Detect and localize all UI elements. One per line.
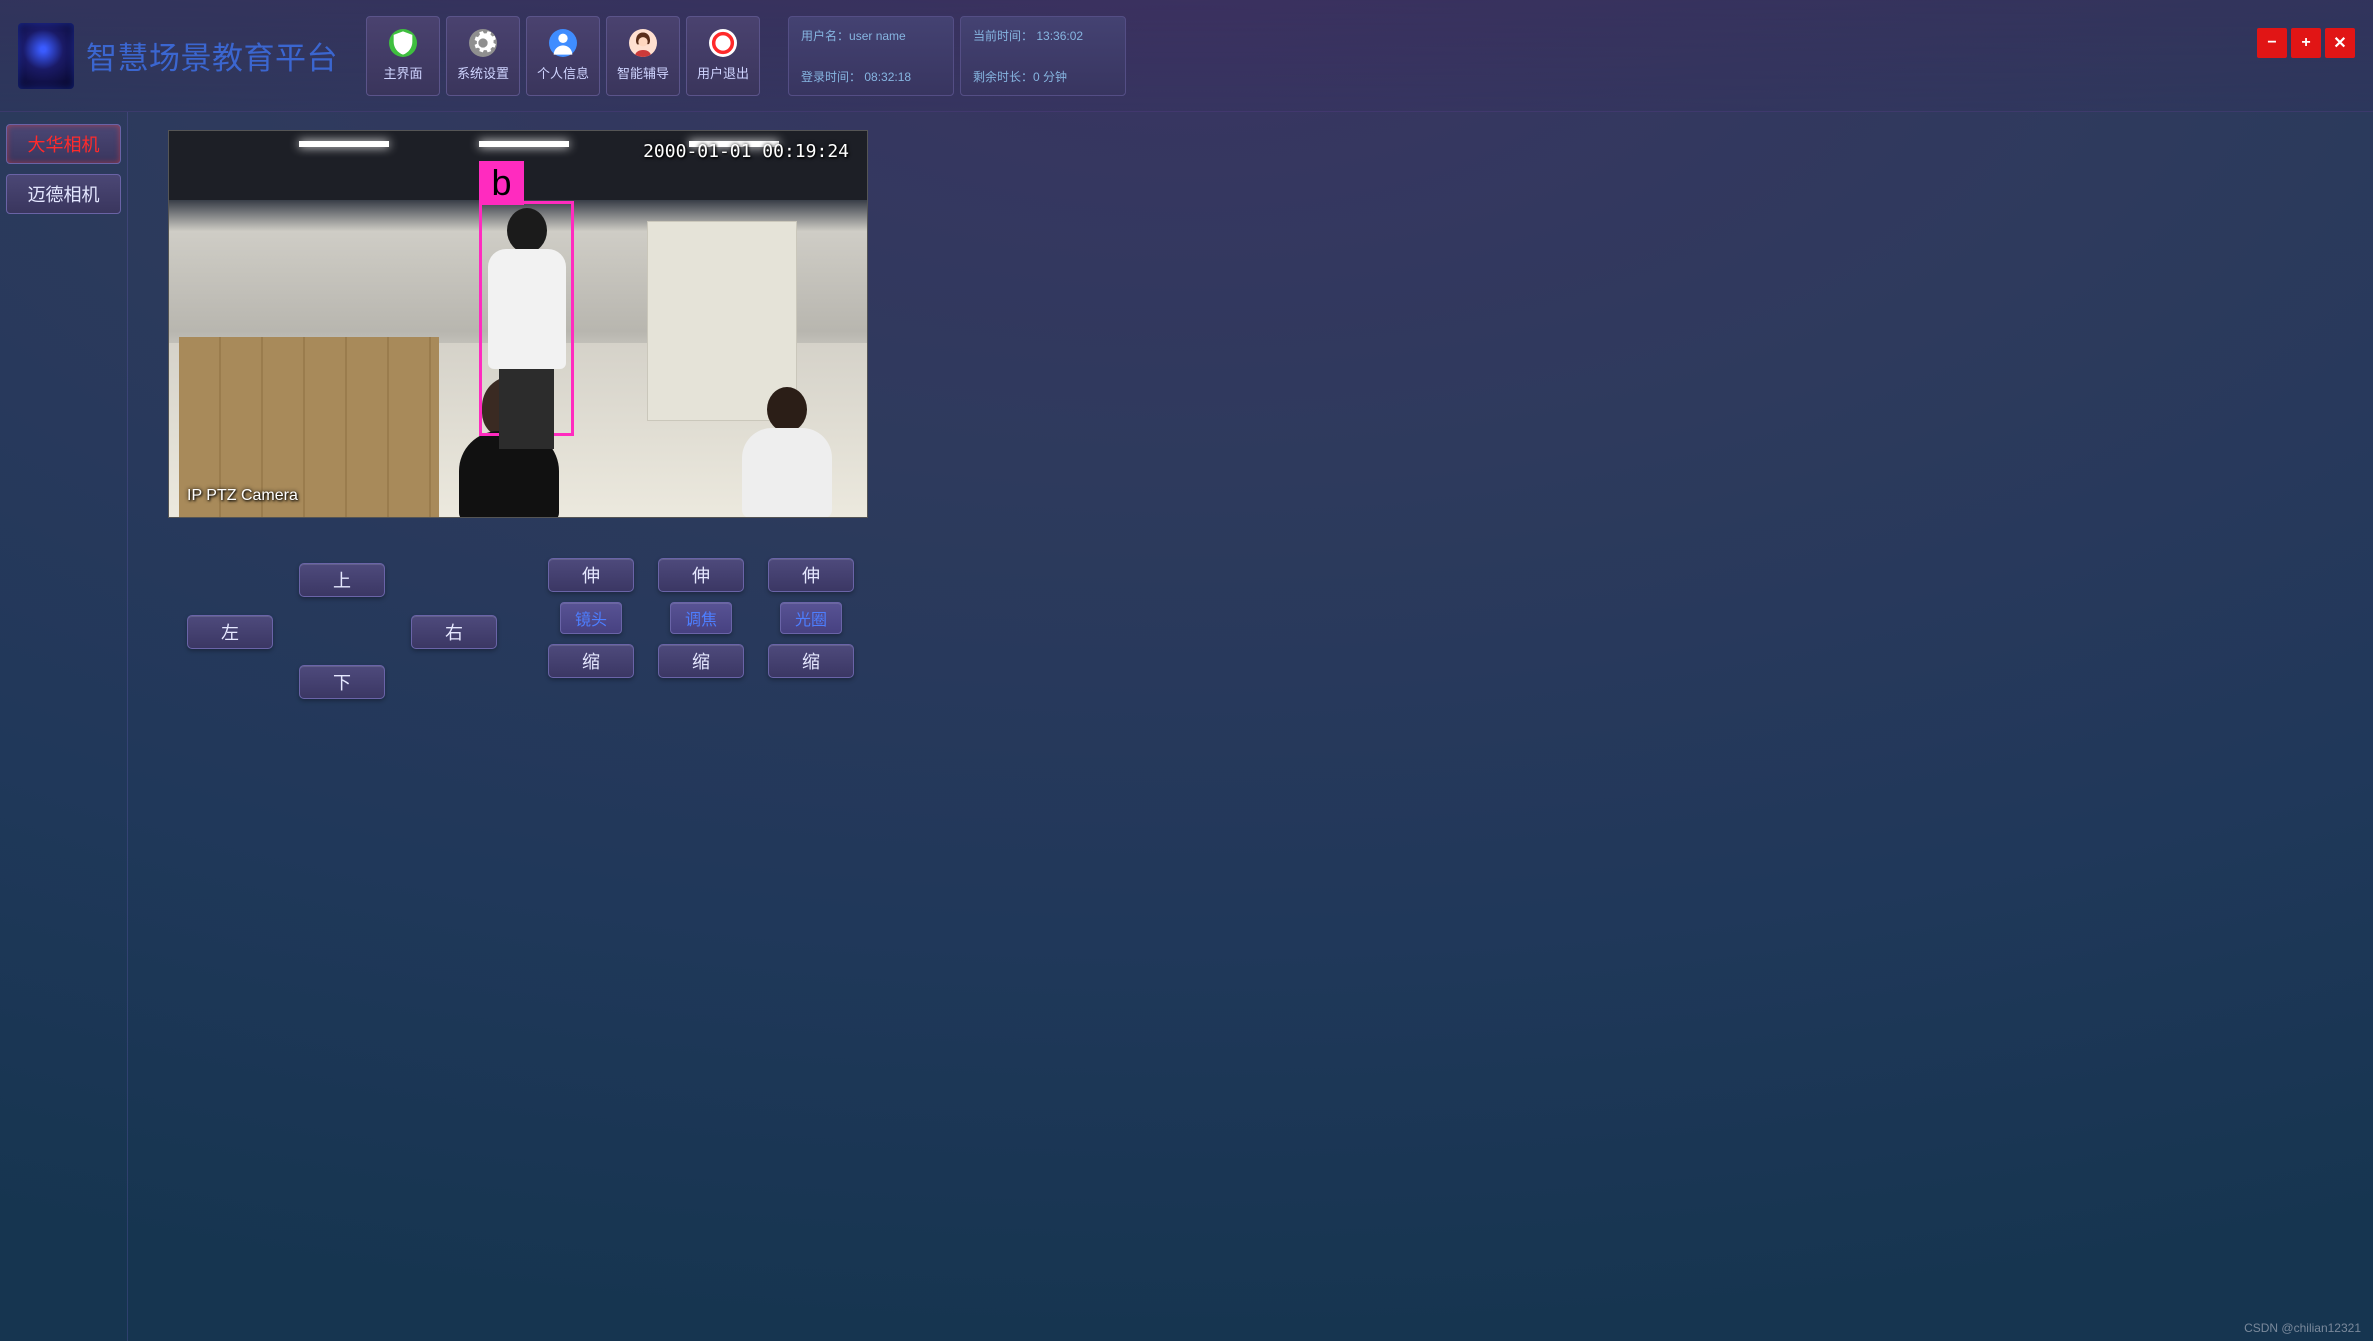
username-value: user name [849, 29, 906, 43]
ptz-group-focus: 伸 调焦 缩 [658, 558, 744, 678]
username-label: 用户名： [801, 29, 849, 43]
remaining-value: 0 分钟 [1033, 70, 1067, 84]
nav-logout-button[interactable]: 用户退出 [686, 16, 760, 96]
logo-block: 智慧场景教育平台 [18, 23, 338, 89]
lens-label: 镜头 [560, 602, 622, 634]
iris-label: 光圈 [780, 602, 842, 634]
detection-box [479, 201, 574, 436]
login-time-value: 08:32:18 [864, 70, 911, 84]
sidebar: 大华相机 迈德相机 [0, 112, 128, 1341]
focus-shrink-button[interactable]: 缩 [658, 644, 744, 678]
lens-extend-button[interactable]: 伸 [548, 558, 634, 592]
focus-extend-button[interactable]: 伸 [658, 558, 744, 592]
info-panel-time: 当前时间： 13:36:02 剩余时长：0 分钟 [960, 16, 1126, 96]
header: 智慧场景教育平台 主界面 系统设置 个人信息 [0, 0, 2373, 112]
camera-tab-dahua[interactable]: 大华相机 [6, 124, 121, 164]
focus-label: 调焦 [670, 602, 732, 634]
ptz-group-lens: 伸 镜头 缩 [548, 558, 634, 678]
avatar-icon [629, 29, 657, 57]
window-controls: − + ✕ [2257, 28, 2355, 58]
nav-label: 用户退出 [697, 63, 749, 82]
detection-label: b [479, 161, 524, 205]
lens-shrink-button[interactable]: 缩 [548, 644, 634, 678]
gear-icon [469, 29, 497, 57]
watermark: CSDN @chilian12321 [2244, 1321, 2361, 1335]
ptz-left-button[interactable]: 左 [187, 615, 273, 649]
nav-label: 系统设置 [457, 63, 509, 82]
info-panel-user: 用户名：user name 登录时间： 08:32:18 [788, 16, 954, 96]
ptz-down-button[interactable]: 下 [299, 665, 385, 699]
camera-tab-maide[interactable]: 迈德相机 [6, 174, 121, 214]
ptz-up-button[interactable]: 上 [299, 563, 385, 597]
shield-icon [389, 29, 417, 57]
maximize-button[interactable]: + [2291, 28, 2321, 58]
app-root: 智慧场景教育平台 主界面 系统设置 个人信息 [0, 0, 2373, 1341]
nav-profile-button[interactable]: 个人信息 [526, 16, 600, 96]
ptz-group-iris: 伸 光圈 缩 [768, 558, 854, 678]
ptz-controls: 上 左 右 下 伸 镜头 缩 伸 调焦 缩 [186, 558, 854, 706]
video-timestamp: 2000-01-01 00:19:24 [643, 141, 849, 162]
current-time-label: 当前时间： [973, 29, 1033, 43]
nav-home-button[interactable]: 主界面 [366, 16, 440, 96]
remaining-row: 剩余时长：0 分钟 [973, 68, 1113, 85]
close-button[interactable]: ✕ [2325, 28, 2355, 58]
iris-extend-button[interactable]: 伸 [768, 558, 854, 592]
login-time-label: 登录时间： [801, 70, 861, 84]
username-row: 用户名：user name [801, 27, 941, 44]
nav-buttons: 主界面 系统设置 个人信息 智能辅导 [366, 16, 760, 96]
remaining-label: 剩余时长： [973, 70, 1033, 84]
current-time-value: 13:36:02 [1036, 29, 1083, 43]
video-feed[interactable]: b 2000-01-01 00:19:24 IP PTZ Camera [168, 130, 868, 518]
info-panels: 用户名：user name 登录时间： 08:32:18 当前时间： 13:36… [788, 16, 1126, 96]
body: 大华相机 迈德相机 b 2000-01-01 00:19:24 [0, 112, 2373, 1341]
nav-tutor-button[interactable]: 智能辅导 [606, 16, 680, 96]
iris-shrink-button[interactable]: 缩 [768, 644, 854, 678]
nav-label: 主界面 [383, 63, 422, 82]
nav-label: 个人信息 [537, 63, 589, 82]
ptz-direction-pad: 上 左 右 下 [186, 558, 498, 706]
person-icon [549, 29, 577, 57]
ptz-zoom-groups: 伸 镜头 缩 伸 调焦 缩 伸 光圈 缩 [548, 558, 854, 678]
ptz-right-button[interactable]: 右 [411, 615, 497, 649]
main-content: b 2000-01-01 00:19:24 IP PTZ Camera 上 左 … [128, 112, 2373, 1341]
current-time-row: 当前时间： 13:36:02 [973, 27, 1113, 44]
nav-label: 智能辅导 [617, 63, 669, 82]
nav-settings-button[interactable]: 系统设置 [446, 16, 520, 96]
logo-image [18, 23, 74, 89]
login-time-row: 登录时间： 08:32:18 [801, 68, 941, 85]
power-icon [709, 29, 737, 57]
app-title: 智慧场景教育平台 [86, 33, 338, 78]
minimize-button[interactable]: − [2257, 28, 2287, 58]
video-camera-name: IP PTZ Camera [187, 487, 298, 505]
